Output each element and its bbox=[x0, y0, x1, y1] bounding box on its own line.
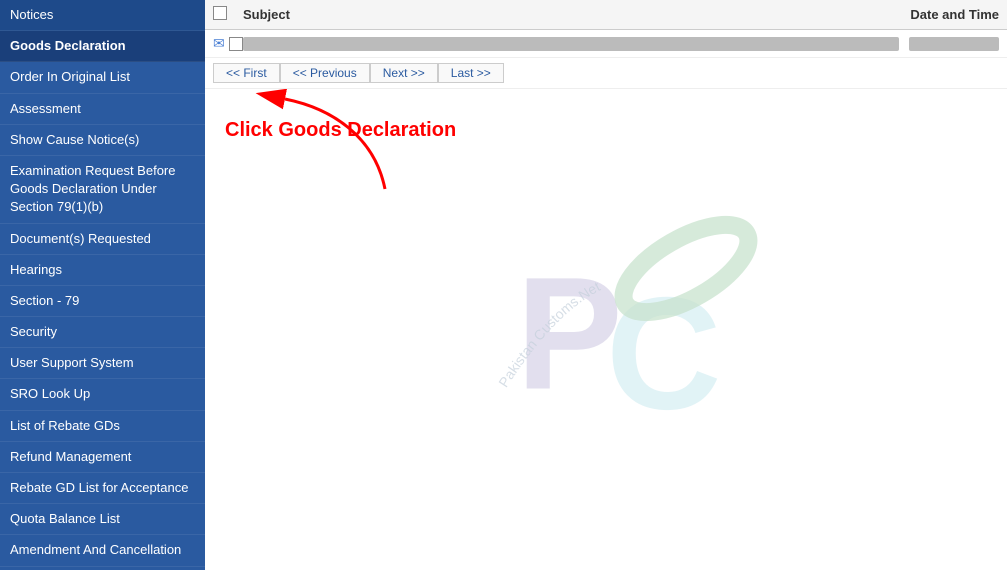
header-checkbox-col bbox=[213, 6, 243, 23]
sidebar-item-rebate-acceptance[interactable]: Rebate GD List for Acceptance bbox=[0, 473, 205, 504]
table-header: Subject Date and Time bbox=[205, 0, 1007, 30]
sidebar-item-rebate-gds[interactable]: List of Rebate GDs bbox=[0, 411, 205, 442]
sidebar-item-show-cause-1[interactable]: Show Cause Notice(s) bbox=[0, 125, 205, 156]
datetime-column-header: Date and Time bbox=[799, 7, 999, 22]
sidebar-item-assessment[interactable]: Assessment bbox=[0, 94, 205, 125]
row-icons: ✉ bbox=[213, 35, 243, 52]
table-row: ✉ bbox=[205, 30, 1007, 58]
sidebar-item-payment-management[interactable]: Payment Management bbox=[0, 567, 205, 570]
sidebar-item-documents-requested[interactable]: Document(s) Requested bbox=[0, 224, 205, 255]
sidebar-item-refund-management[interactable]: Refund Management bbox=[0, 442, 205, 473]
subject-column-header: Subject bbox=[243, 7, 799, 22]
svg-text:★: ★ bbox=[696, 243, 716, 268]
sidebar-item-section-79[interactable]: Section - 79 bbox=[0, 286, 205, 317]
svg-text:C: C bbox=[606, 263, 722, 442]
row-date-placeholder bbox=[909, 37, 999, 51]
previous-page-button[interactable]: << Previous bbox=[280, 63, 370, 83]
select-all-checkbox[interactable] bbox=[213, 6, 227, 20]
svg-text:Pakistan Customs.Net: Pakistan Customs.Net bbox=[495, 278, 603, 390]
first-page-button[interactable]: << First bbox=[213, 63, 280, 83]
row-checkbox[interactable] bbox=[229, 37, 243, 51]
sidebar-item-goods-declaration[interactable]: Goods Declaration bbox=[0, 31, 205, 62]
pagination-bar: << First << Previous Next >> Last >> bbox=[205, 58, 1007, 89]
main-content: Subject Date and Time ✉ << First << Prev… bbox=[205, 0, 1007, 570]
svg-text:P: P bbox=[516, 243, 623, 422]
email-icon: ✉ bbox=[213, 35, 225, 52]
sidebar-item-hearings[interactable]: Hearings bbox=[0, 255, 205, 286]
sidebar-item-user-support[interactable]: User Support System bbox=[0, 348, 205, 379]
last-page-button[interactable]: Last >> bbox=[438, 63, 504, 83]
sidebar-item-security[interactable]: Security bbox=[0, 317, 205, 348]
arrow-graphic bbox=[255, 89, 415, 209]
content-area: Click Goods Declaration P C ★ bbox=[205, 89, 1007, 570]
sidebar-item-notices[interactable]: Notices bbox=[0, 0, 205, 31]
sidebar-item-exam-request-1[interactable]: Examination Request Before Goods Declara… bbox=[0, 156, 205, 224]
next-page-button[interactable]: Next >> bbox=[370, 63, 438, 83]
sidebar-item-quota-balance[interactable]: Quota Balance List bbox=[0, 504, 205, 535]
sidebar-item-order-original[interactable]: Order In Original List bbox=[0, 62, 205, 93]
sidebar: NoticesGoods DeclarationOrder In Origina… bbox=[0, 0, 205, 570]
row-subject-placeholder bbox=[243, 37, 899, 51]
sidebar-item-amendment-cancellation[interactable]: Amendment And Cancellation bbox=[0, 535, 205, 566]
watermark-logo: P C ★ Pakistan Customs.Net bbox=[486, 188, 806, 471]
sidebar-item-sro-lookup[interactable]: SRO Look Up bbox=[0, 379, 205, 410]
